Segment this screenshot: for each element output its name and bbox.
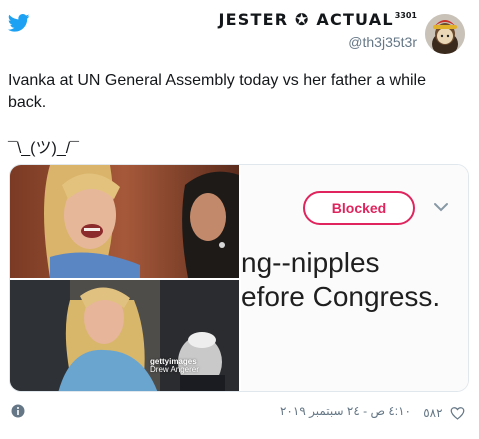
twitter-bird-icon[interactable] xyxy=(8,14,30,32)
tweet-shrug-text: ¯\_(ツ)_/¯ xyxy=(8,140,80,157)
getty-watermark: gettyimages Drew Angerer xyxy=(150,358,199,374)
photo-woman-laughing[interactable] xyxy=(10,165,239,278)
info-icon[interactable] xyxy=(11,404,25,418)
blocked-button[interactable]: Blocked xyxy=(303,191,415,225)
tweet-text: Ivanka at UN General Assembly today vs h… xyxy=(8,72,426,111)
chevron-down-icon[interactable] xyxy=(433,201,449,213)
display-name[interactable]: JESTER ✪ ACTUAL3301 xyxy=(219,10,418,29)
like-action[interactable]: ٥٨٢ xyxy=(423,404,465,420)
getty-credit: Drew Angerer xyxy=(150,365,199,374)
avatar[interactable] xyxy=(425,14,465,54)
heart-icon[interactable] xyxy=(450,406,465,420)
tweet-timestamp[interactable]: ٤:١٠ ص - ٢٤ سبتمبر ٢٠١٩ xyxy=(280,404,411,418)
cropped-text-line1: ng--nipples xyxy=(241,247,380,278)
cropped-text-line2: efore Congress. xyxy=(241,281,441,312)
user-handle[interactable]: @th3j35t3r xyxy=(219,34,417,50)
photo-woman-seated[interactable]: gettyimages Drew Angerer xyxy=(10,280,239,391)
like-count: ٥٨٢ xyxy=(423,405,443,420)
tweet-media-grid[interactable]: gettyimages Drew Angerer Blocked ng--nip… xyxy=(9,164,469,392)
tweet-embed: JESTER ✪ ACTUAL3301 @th3j35t3r Ivanka at… xyxy=(0,0,479,439)
photo-screenshot-blocked[interactable]: Blocked ng--nipples efore Congress. xyxy=(241,165,468,391)
user-info[interactable]: JESTER ✪ ACTUAL3301 @th3j35t3r xyxy=(219,10,418,50)
display-name-superscript: 3301 xyxy=(394,11,417,20)
tweet-footer: ٤:١٠ ص - ٢٤ سبتمبر ٢٠١٩ ٥٨٢ xyxy=(0,402,479,422)
